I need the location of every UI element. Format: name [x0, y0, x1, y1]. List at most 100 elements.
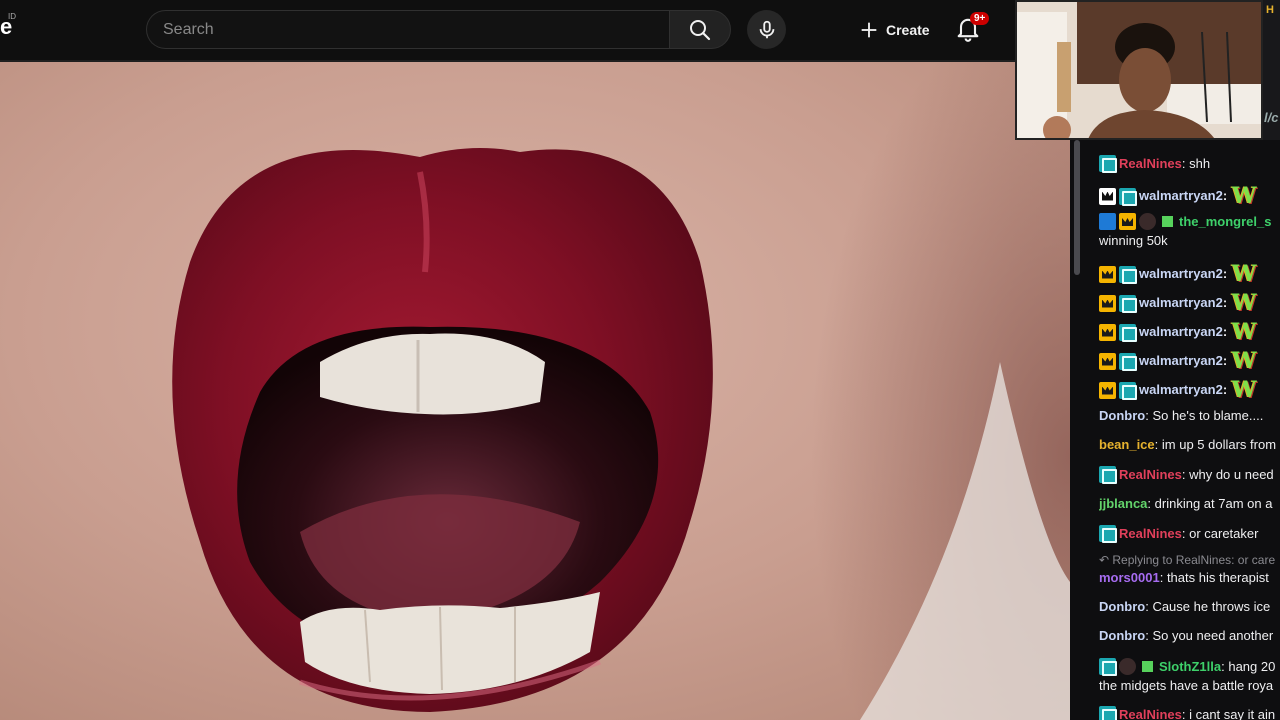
chat-username[interactable]: Donbro	[1099, 408, 1145, 424]
crown-badge-icon[interactable]	[1099, 294, 1116, 312]
chat-message: Donbro: So he's to blame....	[1099, 408, 1263, 424]
chat-username[interactable]: RealNines	[1119, 467, 1182, 483]
video-image	[0, 62, 1070, 720]
chat-message-text: :	[1222, 295, 1228, 310]
notifications-button[interactable]: 9+	[954, 12, 990, 44]
logo[interactable]: e ID	[0, 12, 16, 40]
microphone-icon	[759, 20, 774, 38]
chat-username[interactable]: Donbro	[1099, 599, 1145, 615]
prime-badge-icon[interactable]	[1099, 213, 1116, 230]
chat-message-continuation: winning 50k	[1099, 233, 1168, 248]
sub-badge-icon[interactable]	[1119, 187, 1137, 206]
chat-message: walmartryan2: W	[1099, 262, 1257, 286]
webcam-image	[1017, 2, 1261, 138]
chat-message: mors0001: thats his therapist	[1099, 570, 1269, 586]
search-button[interactable]	[669, 10, 731, 49]
chat-message: Donbro: Cause he throws ice	[1099, 599, 1270, 615]
crown-badge-icon[interactable]	[1099, 323, 1116, 341]
chat-message: RealNines: shh	[1099, 155, 1210, 173]
voice-search-button[interactable]	[747, 10, 786, 49]
chat-message-text: : drinking at 7am on a	[1147, 496, 1273, 511]
chat-message-text: :	[1222, 188, 1228, 203]
emote-icon[interactable]: W	[1231, 291, 1257, 315]
sub-badge-icon[interactable]	[1099, 706, 1117, 720]
chat-username[interactable]: RealNines	[1119, 526, 1182, 542]
sub-badge-icon[interactable]	[1119, 265, 1137, 284]
chat-message: walmartryan2: W	[1099, 184, 1257, 208]
chat-message: walmartryan2: W	[1099, 291, 1257, 315]
chat-fragment-text: H	[1266, 4, 1274, 16]
plus-icon	[861, 22, 877, 38]
chat-message-text: :	[1222, 353, 1228, 368]
logo-region: ID	[8, 12, 16, 21]
create-label: Create	[886, 22, 930, 38]
chat-username[interactable]: walmartryan2	[1139, 324, 1223, 340]
sub-badge-icon[interactable]	[1099, 525, 1117, 543]
crown-badge-icon[interactable]	[1099, 352, 1116, 370]
chat-username[interactable]: SlothZ1lla	[1159, 659, 1221, 675]
crown-badge-icon[interactable]	[1099, 265, 1116, 283]
chat-message-text: : why do u need	[1181, 466, 1274, 482]
chat-message-text: : i cant say it ain	[1181, 706, 1276, 720]
emote-icon[interactable]: W	[1231, 262, 1257, 286]
chat-message: walmartryan2: W	[1099, 320, 1257, 344]
chat-message: RealNines: i cant say it ain	[1099, 706, 1275, 720]
chat-messages: RealNines: shh walmartryan2: Wthe_mongrel_…	[1099, 140, 1280, 720]
chat-username[interactable]: walmartryan2	[1139, 266, 1223, 282]
search-placeholder: Search	[163, 21, 214, 38]
chat-message: walmartryan2: W	[1099, 349, 1257, 373]
crown-badge-icon[interactable]	[1099, 381, 1116, 399]
top-bar: e ID Search Create 9+	[0, 0, 1015, 60]
sub-badge-icon[interactable]	[1099, 466, 1117, 484]
chat-message-text: :	[1222, 324, 1228, 339]
emote-icon[interactable]: W	[1231, 349, 1257, 373]
create-button[interactable]: Create	[852, 12, 944, 48]
webcam-overlay	[1015, 0, 1263, 140]
chat-username[interactable]: walmartryan2	[1139, 295, 1223, 311]
sub-badge-icon[interactable]	[1099, 155, 1117, 173]
chat-reply-context[interactable]: ↶ Replying to RealNines: or care	[1099, 552, 1275, 568]
chat-message-text: : So you need another	[1145, 628, 1274, 643]
chat-username[interactable]: mors0001	[1099, 570, 1160, 586]
sub-badge-icon[interactable]	[1119, 352, 1137, 371]
chat-header-fragment: H l/c	[1262, 0, 1280, 140]
chat-username[interactable]: bean_ice	[1099, 437, 1155, 453]
chat-fragment-text: l/c	[1264, 110, 1279, 125]
gift-badge-icon[interactable]	[1159, 213, 1176, 230]
chat-username[interactable]: walmartryan2	[1139, 188, 1223, 204]
chat-message: RealNines: why do u need	[1099, 466, 1274, 484]
gift-badge-icon[interactable]	[1139, 658, 1156, 675]
sub-badge-icon[interactable]	[1119, 381, 1137, 400]
chat-message-continuation: the midgets have a battle roya	[1099, 678, 1274, 693]
white-badge-icon[interactable]	[1099, 187, 1116, 205]
mask-badge-icon[interactable]	[1119, 658, 1136, 675]
chat-message: walmartryan2: W	[1099, 378, 1257, 402]
sub-badge-icon[interactable]	[1119, 323, 1137, 342]
crown-badge-icon[interactable]	[1119, 213, 1136, 230]
chat-username[interactable]: Donbro	[1099, 628, 1145, 644]
chat-message-text: : or caretaker	[1181, 525, 1259, 541]
sub-badge-icon[interactable]	[1119, 294, 1137, 313]
emote-icon[interactable]: W	[1231, 378, 1257, 402]
chat-message: RealNines: or caretaker	[1099, 525, 1259, 543]
video-frame[interactable]	[0, 62, 1070, 720]
chat-message: bean_ice: im up 5 dollars from	[1099, 437, 1276, 453]
emote-icon[interactable]: W	[1231, 184, 1257, 208]
chat-scrollbar[interactable]	[1074, 140, 1080, 275]
chat-username[interactable]: RealNines	[1119, 707, 1182, 720]
chat-message-text: : Cause he throws ice	[1145, 599, 1271, 614]
chat-message-text: :	[1222, 382, 1228, 397]
chat-username[interactable]: jjblanca	[1099, 496, 1147, 512]
emote-icon[interactable]: W	[1231, 320, 1257, 344]
chat-username[interactable]: RealNines	[1119, 156, 1182, 172]
chat-message-text: : im up 5 dollars from	[1154, 437, 1277, 452]
chat-message: jjblanca: drinking at 7am on a	[1099, 496, 1272, 512]
sub-badge-icon[interactable]	[1099, 658, 1117, 676]
search-input[interactable]: Search	[146, 10, 670, 49]
chat-username[interactable]: walmartryan2	[1139, 353, 1223, 369]
chat-username[interactable]: the_mongrel_s	[1179, 214, 1271, 230]
chat-message-text: : So he's to blame....	[1145, 408, 1264, 423]
chat-message-text: : hang 20	[1221, 658, 1276, 674]
mask-badge-icon[interactable]	[1139, 213, 1156, 230]
chat-username[interactable]: walmartryan2	[1139, 382, 1223, 398]
